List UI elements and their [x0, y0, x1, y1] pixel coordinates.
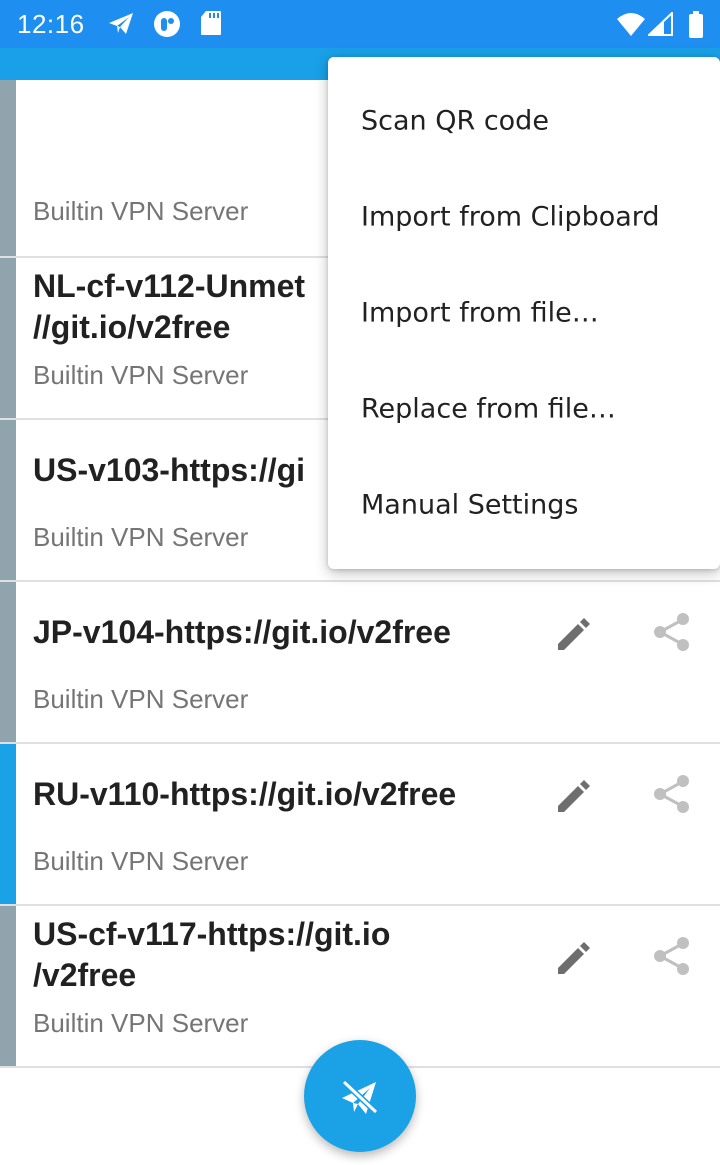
profile-subtitle: Builtin VPN Server: [33, 360, 249, 390]
pencil-icon[interactable]: [552, 932, 600, 980]
menu-item-scan-qr[interactable]: Scan QR code: [328, 75, 720, 171]
vpn-disconnected-icon: [341, 1079, 379, 1115]
profile-subtitle: Builtin VPN Server: [33, 196, 249, 226]
menu-item-label: Scan QR code: [361, 105, 549, 137]
share-icon[interactable]: [648, 608, 696, 656]
share-icon[interactable]: [648, 932, 696, 980]
menu-item-label: Manual Settings: [361, 489, 579, 521]
menu-item-import-file[interactable]: Import from file…: [328, 267, 720, 363]
profile-subtitle: Builtin VPN Server: [33, 846, 249, 876]
status-time: 12:16: [17, 9, 85, 39]
selection-indicator: [0, 80, 16, 256]
selection-indicator: [0, 744, 16, 904]
menu-item-label: Import from file…: [361, 297, 599, 329]
app-circle-icon: [153, 10, 181, 43]
profile-name: US-cf-v117-https://git.io /v2free: [33, 914, 533, 996]
profile-name: JP-v104-https://git.io/v2free: [33, 614, 451, 650]
menu-item-import-clipboard[interactable]: Import from Clipboard: [328, 171, 720, 267]
pencil-icon[interactable]: [552, 770, 600, 818]
selection-indicator: [0, 582, 16, 742]
signal-icon: [646, 10, 674, 41]
pencil-icon[interactable]: [552, 608, 600, 656]
telegram-icon: [107, 12, 135, 41]
profile-row[interactable]: JP-v104-https://git.io/v2free Builtin VP…: [0, 582, 720, 744]
menu-item-manual-settings[interactable]: Manual Settings: [328, 459, 720, 555]
selection-indicator: [0, 906, 16, 1066]
battery-icon: [688, 11, 704, 44]
profile-name-line: US-cf-v117-https://git.io: [33, 916, 391, 952]
profile-name-line: /v2free: [33, 957, 137, 993]
selection-indicator: [0, 420, 16, 580]
sd-card-icon: [200, 10, 222, 41]
wifi-icon: [616, 11, 646, 42]
overflow-menu: Scan QR code Import from Clipboard Impor…: [328, 57, 720, 569]
profile-subtitle: Builtin VPN Server: [33, 684, 249, 714]
share-icon[interactable]: [648, 770, 696, 818]
connect-fab[interactable]: [304, 1040, 416, 1152]
profile-name: RU-v110-https://git.io/v2free: [33, 776, 457, 812]
status-bar: 12:16: [0, 0, 720, 48]
profile-subtitle: Builtin VPN Server: [33, 522, 249, 552]
menu-item-label: Import from Clipboard: [361, 201, 660, 233]
profile-subtitle: Builtin VPN Server: [33, 1008, 249, 1038]
selection-indicator: [0, 258, 16, 418]
profile-row-selected[interactable]: RU-v110-https://git.io/v2free Builtin VP…: [0, 744, 720, 906]
menu-item-replace-file[interactable]: Replace from file…: [328, 363, 720, 459]
menu-item-label: Replace from file…: [361, 393, 616, 425]
